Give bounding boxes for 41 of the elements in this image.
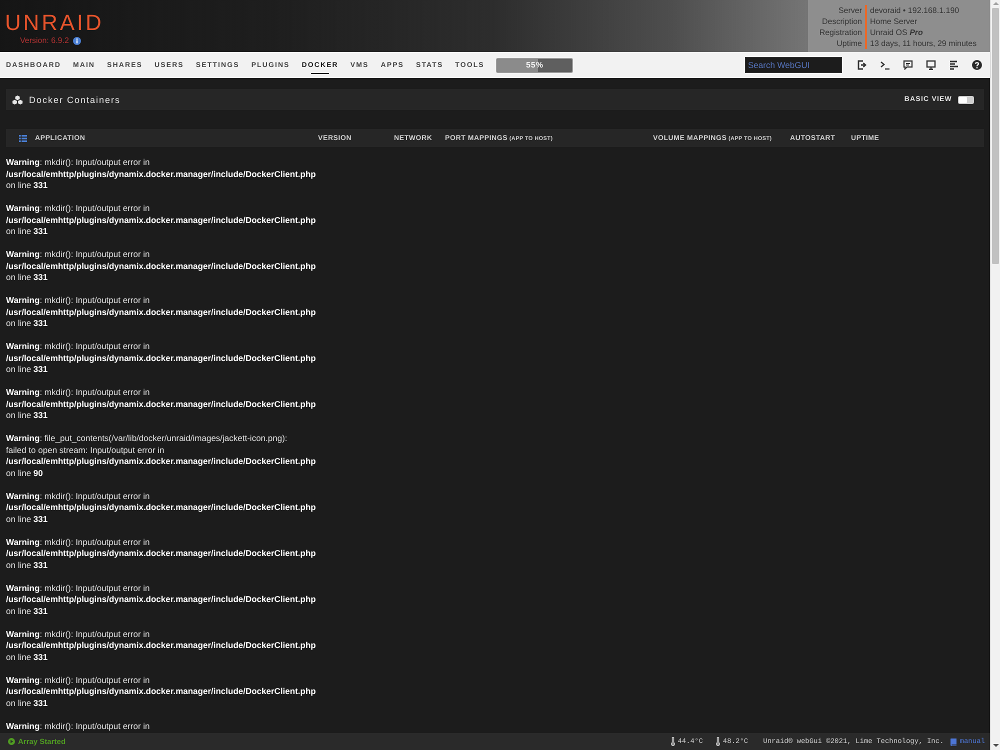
status-icon [8, 738, 15, 745]
warning-message: Warning: mkdir(): Input/output error in /usr/local/emhttp/plugins/dynamix.docker.manager/include/DockerClient.php on line 331 [6, 582, 316, 617]
warning-message: Warning: mkdir(): Input/output error in [6, 720, 150, 732]
info-label: Registration [819, 27, 862, 38]
logo-text: UNRAID [5, 12, 104, 34]
scrollbar[interactable] [990, 0, 1000, 750]
monitor-icon[interactable] [926, 60, 936, 70]
warning-message: Warning: mkdir(): Input/output error in /usr/local/emhttp/plugins/dynamix.docker.manager/include/DockerClient.php on line 331 [6, 157, 316, 192]
info-icon[interactable] [72, 37, 81, 45]
thermometer-icon [670, 737, 675, 746]
warning-message: Warning: mkdir(): Input/output error in /usr/local/emhttp/plugins/dynamix.docker.manager/include/DockerClient.php on line 331 [6, 387, 316, 422]
toggle-switch[interactable] [958, 96, 974, 104]
info-value: Unraid OS Pro [870, 27, 923, 38]
info-value: 13 days, 11 hours, 29 minutes [870, 38, 977, 49]
warning-message: Warning: mkdir(): Input/output error in /usr/local/emhttp/plugins/dynamix.docker.manager/include/DockerClient.php on line 331 [6, 203, 316, 238]
info-label: Description [822, 16, 862, 27]
warning-message: Warning: file_put_contents(/var/lib/docker/unraid/images/jackett-icon.png): failed to open stream: Input/output error in /usr/local/emhttp/plugins/dynamix.docker.manager/include/DockerClient.php on line 90 [6, 433, 316, 479]
lines-icon[interactable] [949, 60, 959, 70]
list-icon[interactable] [19, 134, 27, 142]
warning-message: Warning: mkdir(): Input/output error in /usr/local/emhttp/plugins/dynamix.docker.manager/include/DockerClient.php on line 331 [6, 674, 316, 709]
progress-label: 55% [526, 60, 544, 70]
cubes-icon [12, 94, 23, 104]
info-label: Uptime [836, 38, 862, 49]
warning-message: Warning: mkdir(): Input/output error in /usr/local/emhttp/plugins/dynamix.docker.manager/include/DockerClient.php on line 331 [6, 249, 316, 284]
book-icon [950, 738, 957, 746]
warning-message: Warning: mkdir(): Input/output error in /usr/local/emhttp/plugins/dynamix.docker.manager/include/DockerClient.php on line 331 [6, 341, 316, 376]
search-field[interactable]: Search WebGUI [745, 57, 842, 73]
warning-message: Warning: mkdir(): Input/output error in /usr/local/emhttp/plugins/dynamix.docker.manager/include/DockerClient.php on line 331 [6, 490, 316, 525]
info-label: Server [838, 5, 862, 16]
warning-message: Warning: mkdir(): Input/output error in /usr/local/emhttp/plugins/dynamix.docker.manager/include/DockerClient.php on line 331 [6, 295, 316, 330]
help-icon[interactable] [972, 60, 982, 70]
logout-icon[interactable] [857, 60, 867, 70]
comment-icon[interactable] [903, 60, 913, 70]
terminal-icon[interactable] [880, 60, 890, 70]
info-value: devoraid • 192.168.1.190 [870, 5, 960, 16]
warning-message: Warning: mkdir(): Input/output error in /usr/local/emhttp/plugins/dynamix.docker.manager/include/DockerClient.php on line 331 [6, 536, 316, 571]
warning-message: Warning: mkdir(): Input/output error in /usr/local/emhttp/plugins/dynamix.docker.manager/include/DockerClient.php on line 331 [6, 628, 316, 663]
version-label: Version: 6.9.2 [20, 36, 69, 46]
info-value: Home Server [870, 16, 918, 27]
panel-title: Docker Containers [29, 94, 121, 104]
thermometer-icon [716, 737, 720, 746]
